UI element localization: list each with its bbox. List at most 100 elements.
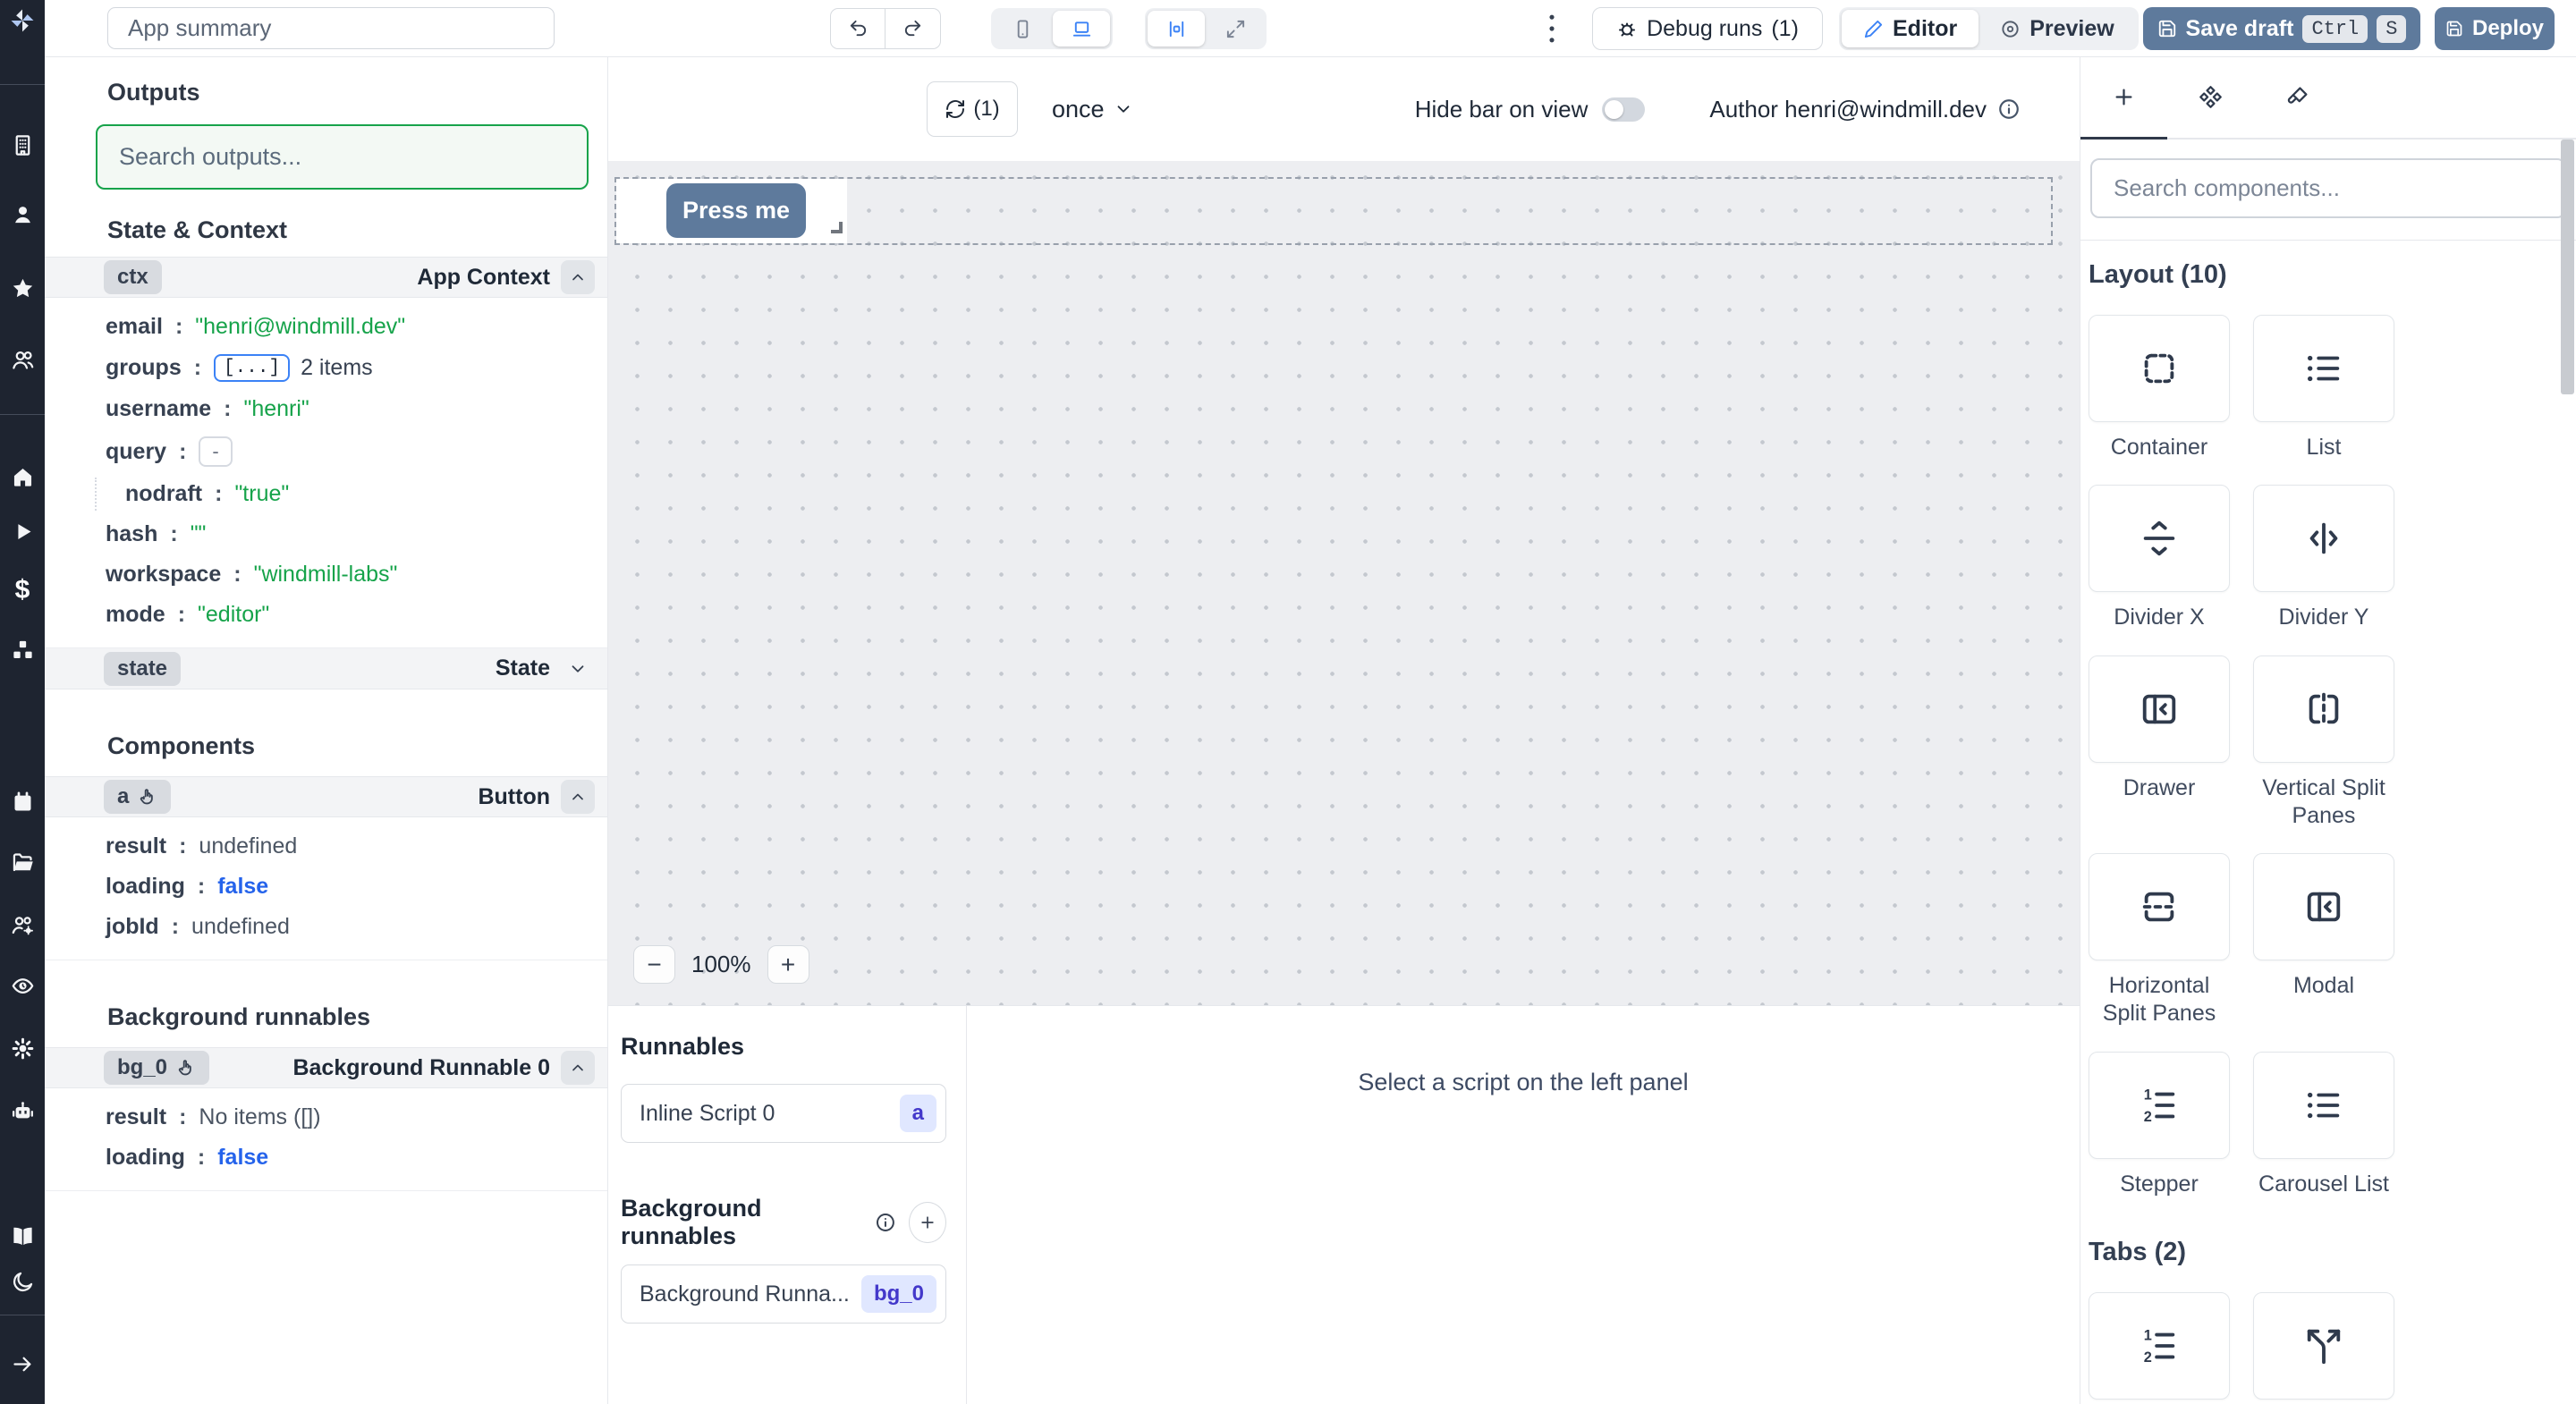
billing-dollar-icon[interactable]: $ [0,575,45,605]
schedule-select[interactable]: once [1052,96,1133,123]
resize-handle[interactable] [831,222,843,233]
dark-mode-moon-icon[interactable] [0,1266,45,1297]
settings-gear-icon[interactable] [0,1033,45,1063]
bg-runnable-collapse[interactable] [561,1051,595,1085]
schedules-calendar-icon[interactable] [0,787,45,817]
redo-icon [904,20,921,36]
home-icon[interactable] [0,461,45,492]
editor-tab[interactable]: Editor [1842,10,1979,47]
background-runnable-item[interactable]: Background Runna... bg_0 [621,1264,946,1324]
kbd-s: S [2377,14,2407,43]
more-options-button[interactable] [1532,8,1572,49]
audit-logs-eye-icon[interactable] [0,970,45,1001]
workspace-building-icon[interactable] [0,130,45,160]
deploy-button[interactable]: Deploy [2435,7,2555,50]
component-card-modal[interactable]: Modal [2253,853,2394,1028]
state-header-row[interactable]: state State [45,648,607,689]
folders-folder-open-icon[interactable] [0,847,45,877]
inline-script-item[interactable]: Inline Script 0 a [621,1084,946,1143]
full-width-button[interactable] [1207,11,1264,47]
ctx-header-row[interactable]: ctx App Context [45,257,607,298]
scrollbar-thumb[interactable] [2561,140,2574,394]
search-outputs-input[interactable] [96,124,589,190]
output-row: result: undefined [106,833,298,858]
tab-theme-styling[interactable] [2254,57,2341,140]
kebab-menu-icon [1549,14,1555,43]
search-components-input[interactable] [2090,158,2566,218]
component-card-stepper[interactable]: 12 Stepper [2089,1051,2230,1198]
background-runnables-header: Background runnables [621,1195,947,1250]
outputs-title: Outputs [107,79,200,106]
component-card-drawer[interactable]: Drawer [2089,655,2230,831]
background-runnable-badge: bg_0 [860,1275,936,1313]
component-card-list[interactable]: List [2253,315,2394,461]
ordered-list-icon: 12 [2144,1327,2175,1366]
windmill-app-editor: $ App summary Debug runs (1) Editor Prev… [0,0,2576,1404]
docs-book-open-icon[interactable] [0,1221,45,1251]
expand-array-badge[interactable]: [...] [214,354,291,382]
desktop-view-button[interactable] [1053,11,1110,47]
preview-label: Preview [2029,15,2114,41]
align-center-icon [1169,21,1183,37]
expand-object-badge[interactable]: - [199,436,233,467]
zoom-out-button[interactable]: − [633,945,675,984]
tabs-components-grid: 12 [2089,1291,2576,1400]
groups-settings-icon[interactable] [0,909,45,940]
component-card-container[interactable]: Container [2089,315,2230,461]
component-a-chip[interactable]: a [104,780,172,814]
component-card-vertical-split-panes[interactable]: Vertical Split Panes [2253,655,2394,831]
bg-runnable-header-row[interactable]: bg_0 Background Runnable 0 [45,1047,607,1088]
resources-boxes-icon[interactable] [0,635,45,665]
button-component-properties: result: undefined loading: false jobId: … [45,817,607,960]
component-card-tabs[interactable]: 12 [2089,1291,2230,1400]
debug-runs-button[interactable]: Debug runs (1) [1592,7,1823,50]
chevron-up-icon [572,1064,583,1071]
user-icon[interactable] [0,199,45,229]
component-card-horizontal-split-panes[interactable]: Horizontal Split Panes [2089,853,2230,1028]
save-draft-button[interactable]: Save draft Ctrl S [2143,7,2420,50]
ctx-collapse-button[interactable] [561,260,595,294]
divider-x-icon [2143,521,2175,556]
component-card-divider-y[interactable]: Divider Y [2253,485,2394,631]
expand-sidebar-arrow-right-icon[interactable] [0,1349,45,1379]
kbd-ctrl: Ctrl [2302,14,2368,43]
hide-bar-toggle[interactable] [1602,97,1646,122]
runs-play-icon[interactable] [0,516,45,546]
preview-tab[interactable]: Preview [1979,10,2136,47]
component-card-divider-x[interactable]: Divider X [2089,485,2230,631]
info-icon[interactable] [875,1211,896,1234]
button-component-collapse[interactable] [561,780,595,814]
favorites-star-icon[interactable] [0,273,45,303]
tab-component-settings[interactable] [2167,57,2254,140]
undo-button[interactable] [830,8,886,49]
ctx-row-label: App Context [417,264,550,290]
button-component-header-row[interactable]: a Button [45,776,607,817]
container-icon [2144,353,2174,384]
tab-insert-component[interactable] [2080,57,2167,140]
center-content-button[interactable] [1148,11,1205,47]
add-background-runnable-button[interactable] [908,1202,947,1243]
refresh-app-button[interactable]: (1) [927,81,1018,137]
info-icon[interactable] [1997,97,2021,121]
state-chip[interactable]: state [104,651,182,686]
debug-runs-count: (1) [1771,15,1799,41]
mobile-view-button[interactable] [994,11,1051,47]
zoom-in-button[interactable]: + [767,945,809,984]
component-card-conditional-tabs[interactable] [2253,1291,2394,1400]
components-panel: Layout (10) Container List Divider X Div… [2080,57,2576,1404]
state-expand-button[interactable] [561,652,595,686]
ctx-chip[interactable]: ctx [104,260,162,294]
redo-button[interactable] [886,8,941,49]
app-summary-input[interactable] [107,7,555,49]
button-component-cell[interactable]: Press me [616,179,847,243]
groups-users-icon[interactable] [0,344,45,375]
deploy-label: Deploy [2471,16,2544,40]
windmill-logo-icon[interactable] [0,5,45,36]
app-canvas[interactable]: Press me − 100% + [608,161,2080,1005]
component-card-carousel-list[interactable]: Carousel List [2253,1051,2394,1198]
plus-icon [921,1216,934,1229]
bg0-chip[interactable]: bg_0 [104,1051,210,1085]
workers-robot-icon[interactable] [0,1095,45,1126]
press-me-button[interactable]: Press me [666,183,806,238]
split-arrows-icon [2307,1329,2341,1364]
